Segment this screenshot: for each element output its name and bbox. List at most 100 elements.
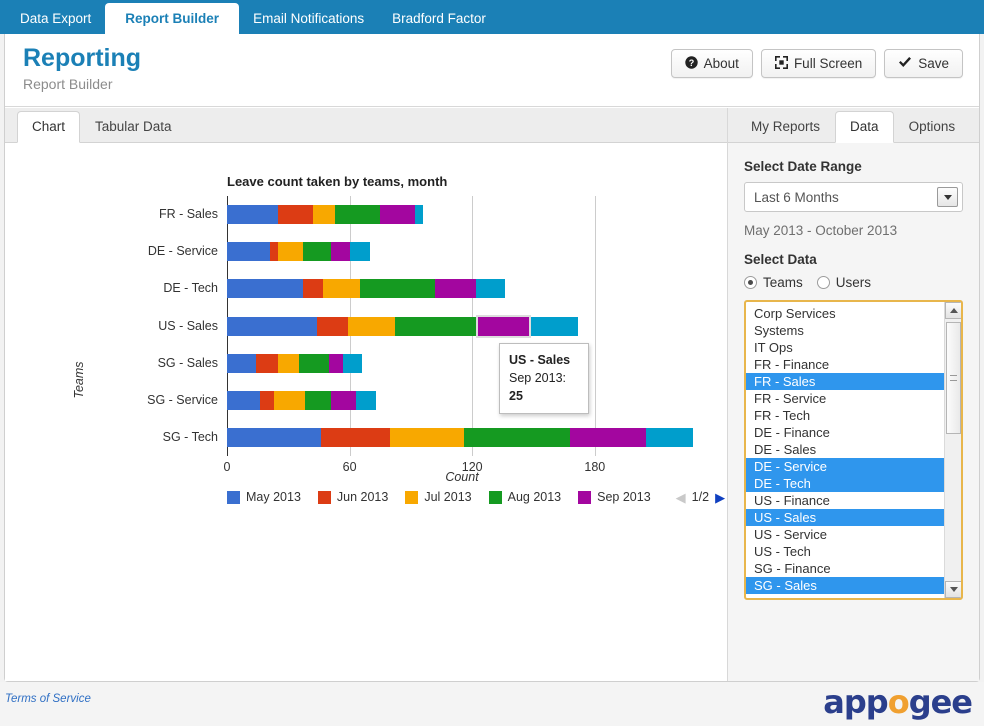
teams-listbox[interactable]: Corp ServicesSystemsIT OpsFR - FinanceFR… xyxy=(744,300,963,600)
chart-bar-segment[interactable] xyxy=(278,242,303,261)
chart-bar-segment[interactable] xyxy=(299,354,330,373)
full-screen-button[interactable]: Full Screen xyxy=(761,49,876,78)
chart-bar-segment[interactable] xyxy=(335,205,380,224)
chart-bar-segment[interactable] xyxy=(478,317,529,336)
chart-bar-segment[interactable] xyxy=(313,205,335,224)
radio-option-users[interactable]: Users xyxy=(817,275,871,290)
appogee-logo: appogee xyxy=(823,686,972,718)
legend-item[interactable]: Aug 2013 xyxy=(489,490,562,504)
chart-bar-segment[interactable] xyxy=(303,242,332,261)
legend-next-arrow-icon[interactable]: ▶ xyxy=(715,491,725,504)
radio-teams-indicator[interactable] xyxy=(744,276,757,289)
chart-bar-segment[interactable] xyxy=(476,279,505,298)
radio-teams-label: Teams xyxy=(763,275,803,290)
tab-data[interactable]: Data xyxy=(835,111,894,144)
chart-bar-segment[interactable] xyxy=(350,242,370,261)
chart-bar-segment[interactable] xyxy=(227,242,270,261)
chart-bar-segment[interactable] xyxy=(464,428,570,447)
tab-tabular-data[interactable]: Tabular Data xyxy=(80,111,187,143)
chart-bar-segment[interactable] xyxy=(256,354,278,373)
team-list-item[interactable]: DE - Service xyxy=(746,458,944,475)
chart-bar-row[interactable]: DE - Tech xyxy=(227,279,697,298)
team-list-item[interactable]: DE - Tech xyxy=(746,475,944,492)
chart-bar-segment[interactable] xyxy=(321,428,390,447)
chart-bar-row[interactable]: SG - Sales xyxy=(227,354,697,373)
team-list-item[interactable]: Corp Services xyxy=(746,305,944,322)
chart-bar-segment[interactable] xyxy=(343,354,361,373)
topnav-tab-email-notifications[interactable]: Email Notifications xyxy=(239,4,378,35)
chart-bar-segment[interactable] xyxy=(395,317,479,336)
team-list-item[interactable]: SG - Sales xyxy=(746,577,944,594)
chart-bar-row[interactable]: DE - Service xyxy=(227,242,697,261)
chart-bar-segment[interactable] xyxy=(317,317,348,336)
chart-bar-row[interactable]: SG - Tech xyxy=(227,428,697,447)
chart-bar-segment[interactable] xyxy=(227,205,278,224)
chart-bar-segment[interactable] xyxy=(529,317,578,336)
legend-item[interactable]: Jul 2013 xyxy=(405,490,471,504)
tab-my-reports[interactable]: My Reports xyxy=(736,111,835,143)
chart-bar-segment[interactable] xyxy=(274,391,305,410)
team-list-item[interactable]: FR - Tech xyxy=(746,407,944,424)
save-button[interactable]: Save xyxy=(884,49,963,78)
chart-bar-segment[interactable] xyxy=(348,317,395,336)
team-list-item[interactable]: US - Tech xyxy=(746,543,944,560)
teams-list-scrollbar[interactable] xyxy=(944,302,961,598)
tab-options[interactable]: Options xyxy=(894,111,971,143)
team-list-item[interactable]: US - Finance xyxy=(746,492,944,509)
chart-bar-segment[interactable] xyxy=(227,391,260,410)
chart-bar-segment[interactable] xyxy=(390,428,464,447)
team-list-item[interactable]: Systems xyxy=(746,322,944,339)
chart-bar-segment[interactable] xyxy=(260,391,274,410)
team-list-item[interactable]: IT Ops xyxy=(746,339,944,356)
chart-bar-segment[interactable] xyxy=(331,391,356,410)
scroll-up-arrow-icon[interactable] xyxy=(945,302,962,319)
chart-bar-segment[interactable] xyxy=(270,242,278,261)
chart-bar-segment[interactable] xyxy=(227,428,321,447)
topnav-tab-report-builder[interactable]: Report Builder xyxy=(105,3,239,35)
chart-bar-segment[interactable] xyxy=(331,242,349,261)
chart-bar-segment[interactable] xyxy=(356,391,376,410)
legend-item[interactable]: May 2013 xyxy=(227,490,301,504)
chart-bar-segment[interactable] xyxy=(227,279,303,298)
radio-option-teams[interactable]: Teams xyxy=(744,275,803,290)
team-list-item[interactable]: FR - Sales xyxy=(746,373,944,390)
team-list-item[interactable]: US - Service xyxy=(746,526,944,543)
chart-bar-segment[interactable] xyxy=(227,354,256,373)
chart-bar-segment[interactable] xyxy=(303,279,323,298)
team-list-item[interactable]: DE - Finance xyxy=(746,424,944,441)
scroll-down-arrow-icon[interactable] xyxy=(945,581,962,598)
chart-bar-segment[interactable] xyxy=(227,317,317,336)
terms-of-service-link[interactable]: Terms of Service xyxy=(5,693,91,705)
chart-bar-segment[interactable] xyxy=(305,391,332,410)
chart-bar-segment[interactable] xyxy=(278,354,298,373)
chevron-down-icon[interactable] xyxy=(937,187,958,207)
legend-item[interactable]: Sep 2013 xyxy=(578,490,651,504)
about-button[interactable]: ? About xyxy=(671,49,753,78)
team-list-item[interactable]: SG - Finance xyxy=(746,560,944,577)
legend-item[interactable]: Jun 2013 xyxy=(318,490,388,504)
chart-bar-row[interactable]: SG - Service xyxy=(227,391,697,410)
chart-bar-row[interactable]: US - Sales xyxy=(227,317,697,336)
topnav-tab-data-export[interactable]: Data Export xyxy=(6,4,105,35)
chart-bar-segment[interactable] xyxy=(360,279,436,298)
chart-bar-segment[interactable] xyxy=(415,205,423,224)
topnav-tab-bradford-factor[interactable]: Bradford Factor xyxy=(378,4,500,35)
chart-bar-segment[interactable] xyxy=(570,428,646,447)
date-range-select[interactable]: Last 6 Months xyxy=(744,182,963,212)
scrollbar-thumb[interactable] xyxy=(946,322,961,434)
team-list-item[interactable]: US - Sales xyxy=(746,509,944,526)
team-list-item[interactable]: FR - Finance xyxy=(746,356,944,373)
chart-bar-segment[interactable] xyxy=(380,205,415,224)
chart-bar-row[interactable]: FR - Sales xyxy=(227,205,697,224)
chart-bar-segment[interactable] xyxy=(329,354,343,373)
team-list-item[interactable]: FR - Service xyxy=(746,390,944,407)
tab-chart[interactable]: Chart xyxy=(17,111,80,144)
teams-list[interactable]: Corp ServicesSystemsIT OpsFR - FinanceFR… xyxy=(746,302,944,598)
legend-prev-arrow-icon[interactable]: ◀ xyxy=(676,491,686,504)
chart-bar-segment[interactable] xyxy=(323,279,360,298)
radio-users-indicator[interactable] xyxy=(817,276,830,289)
chart-bar-segment[interactable] xyxy=(435,279,476,298)
chart-bar-segment[interactable] xyxy=(646,428,693,447)
team-list-item[interactable]: DE - Sales xyxy=(746,441,944,458)
chart-bar-segment[interactable] xyxy=(278,205,313,224)
